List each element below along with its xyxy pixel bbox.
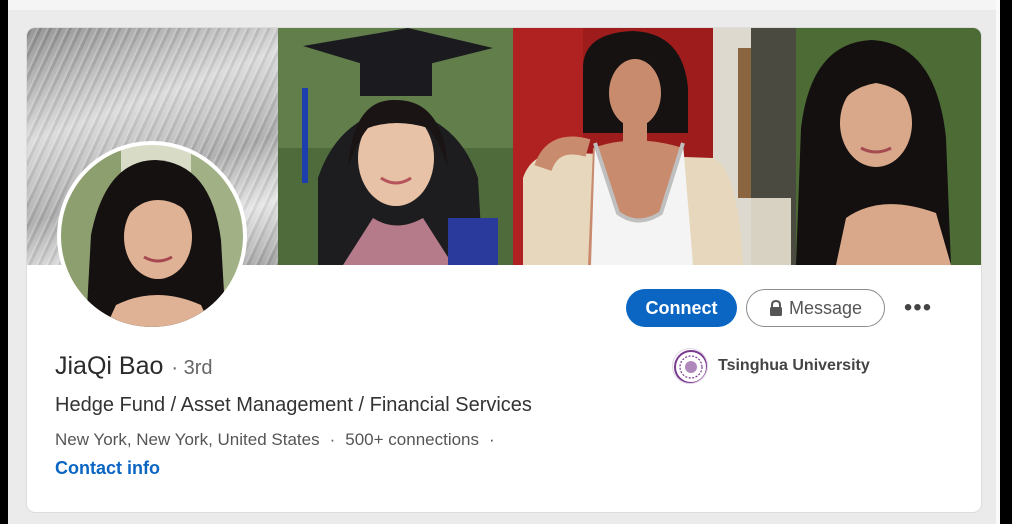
lock-icon [769, 300, 782, 316]
profile-location: New York, New York, United States [55, 430, 320, 449]
connect-button[interactable]: Connect [626, 289, 737, 327]
education-entry[interactable]: Tsinghua University [672, 348, 870, 384]
education-school-name: Tsinghua University [718, 357, 870, 374]
banner-photo-graduation [278, 28, 513, 265]
profile-name-row: JiaQi Bao · 3rd [55, 352, 213, 381]
banner-photo-garden [751, 28, 981, 265]
contact-info-link[interactable]: Contact info [55, 458, 160, 479]
profile-avatar[interactable] [57, 141, 247, 331]
separator-dot: · [329, 430, 336, 449]
screen-right-edge [1000, 0, 1012, 524]
separator-dot: · [489, 430, 495, 449]
tsinghua-logo [672, 348, 708, 384]
profile-headline: Hedge Fund / Asset Management / Financia… [55, 394, 532, 416]
screen-left-edge [0, 0, 8, 524]
message-button[interactable]: Message [746, 289, 885, 327]
profile-name: JiaQi Bao [55, 352, 164, 380]
screen-top-edge [0, 0, 1012, 10]
more-icon[interactable]: ••• [899, 294, 937, 321]
profile-card: Connect Message ••• JiaQi Bao · 3rd Hedg… [27, 28, 981, 512]
banner-photo-white-dress [513, 28, 751, 265]
profile-meta-row: New York, New York, United States · 500+… [55, 430, 495, 450]
connection-degree: · 3rd [171, 357, 213, 379]
message-label: Message [788, 297, 863, 318]
connections-count[interactable]: 500+ connections [345, 430, 479, 450]
